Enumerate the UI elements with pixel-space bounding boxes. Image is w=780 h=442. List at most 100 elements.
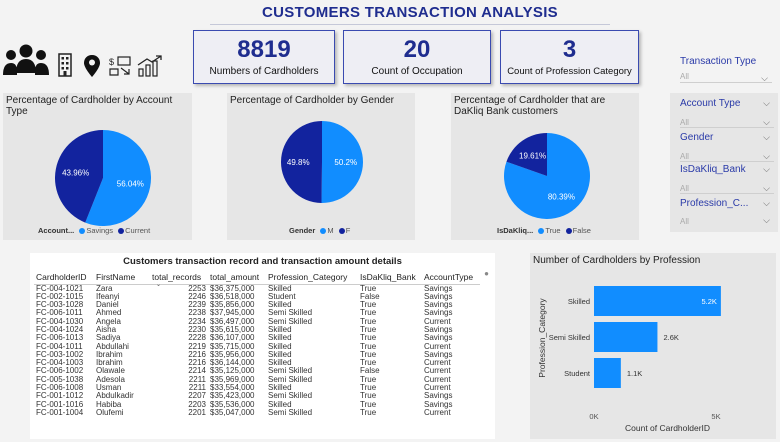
slicer-value: All	[680, 118, 689, 127]
x-tick-label: 0K	[589, 412, 598, 421]
transactions-table: CardholderID FirstName total_records tot…	[34, 270, 480, 417]
kpi-label: Count of Occupation	[371, 66, 463, 77]
money-transfer-icon: $	[109, 56, 131, 76]
pie-data-label: 80.39%	[548, 192, 575, 201]
cell-firstname: Olufemi	[96, 407, 124, 417]
cell-isdakliq-bank: True	[360, 407, 377, 417]
kpi-value: 8819	[237, 36, 291, 63]
kpi-label: Count of Profession Category	[507, 66, 632, 77]
pie-panel-gender: Percentage of Cardholder by Gender 50.2%…	[227, 93, 415, 240]
y-tick-label: Semi Skilled	[549, 333, 590, 342]
legend-item-current[interactable]: Current	[125, 226, 150, 235]
slicer-value: All	[680, 184, 689, 193]
chevron-down-icon[interactable]: ⌵	[763, 183, 770, 194]
kpi-value: 20	[403, 36, 431, 63]
building-icon	[58, 53, 72, 77]
cell-total-amount: $35,047,000	[210, 407, 255, 417]
col-isdakliq-bank[interactable]: IsDaKliq_Bank	[358, 270, 422, 284]
cell-profession-category: Semi Skilled	[268, 407, 313, 417]
y-tick-label: Student	[564, 369, 591, 378]
chevron-down-icon[interactable]: ⌵	[763, 164, 770, 175]
pie-data-label: 19.61%	[519, 152, 546, 161]
chart-title: Percentage of Cardholder by Gender	[230, 95, 394, 106]
chevron-down-icon[interactable]: ⌵	[763, 132, 770, 143]
slicer-profession-category[interactable]: Profession_C... ⌵ All ⌵	[680, 198, 774, 228]
chart-legend: Gender M F	[289, 226, 350, 235]
col-total-amount[interactable]: total_amount	[208, 270, 266, 284]
chart-legend: Account... Savings Current	[38, 226, 150, 235]
cell-total-records: 2201	[188, 407, 206, 417]
page-title: CUSTOMERS TRANSACTION ANALYSIS	[262, 4, 558, 21]
legend-item-false[interactable]: False	[573, 226, 591, 235]
chart-title: Number of Cardholders by Profession	[533, 255, 701, 266]
slicer-title: Account Type	[680, 98, 741, 109]
table-body: FC-004-1021 Zara 2253 $36,375,000 Skilled Tru…	[34, 284, 480, 417]
legend-item-true[interactable]: True	[545, 226, 560, 235]
bar-data-label: 5.2K	[701, 297, 716, 306]
pie-data-label: 50.2%	[334, 158, 357, 167]
legend-field: IsDaKliq...	[497, 226, 534, 235]
kpi-cardholders: 8819 Numbers of Cardholders	[193, 30, 335, 84]
pie-panel-dakliq: Percentage of Cardholder that are DaKliq…	[451, 93, 639, 240]
legend-item-savings[interactable]: Savings	[86, 226, 113, 235]
slicer-transaction-type[interactable]: Transaction Type All ⌵	[680, 56, 772, 86]
legend-item-m[interactable]: M	[327, 226, 333, 235]
slicer-title: Gender	[680, 132, 714, 143]
sort-desc-icon[interactable]: ⌄	[156, 281, 161, 288]
chevron-down-icon[interactable]: ⌵	[763, 215, 770, 226]
pie-chart-gender[interactable]: 50.2% 49.8%	[281, 121, 363, 203]
kpi-label: Numbers of Cardholders	[209, 66, 319, 77]
transactions-table-visual: Customers transaction record and transac…	[30, 253, 495, 439]
bar-chart-profession[interactable]: Skilled 5.2K Semi Skilled 2.6K Student 1.1K 0K…	[530, 273, 776, 423]
legend-field: Gender	[289, 226, 316, 235]
cell-accounttype: Current	[424, 407, 451, 417]
col-profession-category[interactable]: Profession_Category	[266, 270, 358, 284]
slicer-title: Profession_C...	[680, 198, 749, 209]
pie-data-label: 56.04%	[117, 179, 144, 188]
location-pin-icon	[84, 55, 100, 77]
slicer-value: All	[680, 217, 689, 226]
chevron-down-icon[interactable]: ⌵	[763, 117, 770, 128]
more-options-icon[interactable]: ●	[484, 269, 489, 278]
growth-chart-icon	[137, 55, 162, 77]
people-icon	[3, 44, 49, 75]
bar-chart-panel: Number of Cardholders by Profession Prof…	[530, 253, 776, 439]
slicer-isdakliq-bank[interactable]: IsDaKliq_Bank ⌵ All ⌵	[680, 164, 774, 194]
title-underline	[210, 24, 610, 25]
slicer-account-type[interactable]: Account Type ⌵ All ⌵	[680, 98, 774, 128]
kpi-value: 3	[562, 36, 577, 63]
col-cardholderid[interactable]: CardholderID	[34, 270, 94, 284]
col-accounttype[interactable]: AccountType	[422, 270, 480, 284]
slicer-gender[interactable]: Gender ⌵ All ⌵	[680, 132, 774, 162]
pie-data-label: 43.96%	[62, 169, 89, 178]
table-row[interactable]: FC-001-1004 Olufemi 2201 $35,047,000 Semi Sk…	[34, 407, 480, 417]
chart-legend: IsDaKliq... True False	[497, 226, 591, 235]
chevron-down-icon[interactable]: ⌵	[763, 198, 770, 209]
slicer-title: IsDaKliq_Bank	[680, 164, 746, 175]
pie-chart-account-type[interactable]: 56.04% 43.96%	[55, 130, 151, 226]
cell-cardholderid: FC-001-1004	[36, 407, 84, 417]
bar-student[interactable]	[594, 358, 621, 388]
col-firstname[interactable]: FirstName	[94, 270, 150, 284]
bar-data-label: 2.6K	[663, 333, 678, 342]
chart-title: Percentage of Cardholder by Account Type	[6, 95, 173, 117]
legend-item-f[interactable]: F	[346, 226, 351, 235]
chevron-down-icon[interactable]: ⌵	[763, 98, 770, 109]
bar-semi-skilled[interactable]	[594, 322, 658, 352]
slicer-value: All	[680, 72, 689, 81]
chart-title: Percentage of Cardholder that are DaKliq…	[454, 95, 606, 117]
pie-panel-account-type: Percentage of Cardholder by Account Type…	[3, 93, 192, 240]
pie-chart-dakliq[interactable]: 80.39% 19.61%	[504, 133, 590, 219]
svg-text:$: $	[109, 57, 114, 67]
pie-data-label: 49.8%	[287, 158, 310, 167]
table-title: Customers transaction record and transac…	[123, 256, 402, 267]
y-tick-label: Skilled	[568, 297, 590, 306]
kpi-occupation: 20 Count of Occupation	[343, 30, 491, 84]
slicer-value: All	[680, 152, 689, 161]
table-header-row: CardholderID FirstName total_records tot…	[34, 270, 480, 284]
chevron-down-icon[interactable]: ⌵	[761, 73, 768, 84]
kpi-profession-category: 3 Count of Profession Category	[500, 30, 639, 84]
bar-data-label: 1.1K	[627, 369, 642, 378]
chevron-down-icon[interactable]: ⌵	[763, 151, 770, 162]
slicer-title: Transaction Type	[680, 56, 757, 67]
